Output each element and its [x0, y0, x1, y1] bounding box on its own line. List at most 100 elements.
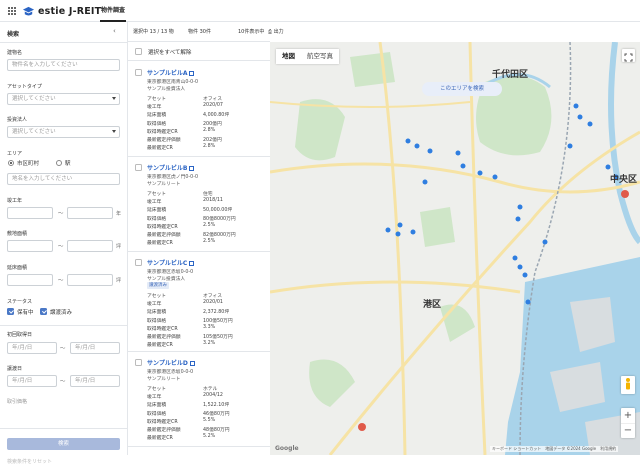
divider [0, 42, 128, 43]
external-link-icon [189, 261, 195, 266]
attribute-key: 延床面積 [147, 113, 167, 119]
property-address: 東京都港区南青山0-0-0 [147, 80, 198, 85]
property-name-link[interactable]: サンプルビルB [147, 163, 195, 172]
zoom-out-button[interactable]: − [621, 423, 635, 438]
google-logo: Google [275, 445, 299, 452]
built-year-max-input[interactable] [67, 207, 113, 219]
search-this-area-button[interactable]: このエリアを検索 [422, 82, 502, 96]
attribute-key: 取得価格 [147, 318, 167, 324]
collapse-chevron-icon[interactable]: ‹ [113, 27, 116, 35]
building-name-label: 建物名 [7, 50, 23, 56]
investment-corp-label: 投資法人 [7, 117, 28, 123]
radio-station-label: 駅 [65, 161, 71, 167]
brand-name: estie J-REIT [38, 5, 102, 17]
attribute-key: 取得時鑑定CR [147, 224, 178, 230]
property-name: サンプルビルD [147, 360, 188, 367]
pegman-icon [626, 378, 630, 390]
results-panel: 選択中 13 / 13 物 物件 30件 選択をすべて解除 サンプルビルA 東京都… [128, 22, 270, 455]
top-bar: estie J-REIT 物件調査 [0, 0, 640, 22]
range-tilde: 〜 [58, 211, 64, 217]
site-area-min-input[interactable] [7, 240, 53, 252]
floor-area-min-input[interactable] [7, 274, 53, 286]
property-owner: サンプル投資法人 [147, 277, 186, 282]
attribute-value: 2.5% [203, 222, 216, 228]
first-acq-label: 初回取得日 [7, 332, 33, 338]
property-card[interactable]: サンプルビルD 東京都港区赤坂0-0-0 サンプルリート アセット ホテル 竣工年 2004… [128, 352, 270, 447]
attribute-value: 200億円 [203, 121, 222, 127]
property-card[interactable]: サンプルビルB 東京都港区虎ノ門0-0-0 サンプルリート アセット 住宅 竣工年 2018… [128, 157, 270, 252]
property-name-link[interactable]: サンプルビルD [147, 358, 195, 367]
tab-property-research[interactable]: 物件調査 [100, 0, 127, 22]
estie-logo-icon [22, 6, 35, 15]
transfer-to-input[interactable]: 年/月/日 [70, 375, 120, 387]
property-name: サンプルビルC [147, 260, 188, 267]
attribute-value: 2.8% [203, 144, 216, 150]
radio-municipality-label: 市区町村 [17, 161, 40, 167]
select-all-row[interactable]: 選択をすべて解除 [128, 42, 270, 61]
attribute-key: 取得時鑑定CR [147, 419, 178, 425]
first-acq-to-input[interactable]: 年/月/日 [70, 342, 120, 354]
select-all-checkbox[interactable] [135, 48, 142, 55]
attribute-value: 82億8000万円 [203, 233, 236, 238]
built-year-unit: 年 [116, 211, 122, 217]
attribute-key: 延床面積 [147, 403, 167, 409]
property-address: 東京都港区虎ノ門0-0-0 [147, 175, 198, 180]
attribute-value: 1,522.10坪 [203, 403, 230, 409]
area-label: エリア [7, 151, 23, 157]
attribute-value: 100億50万円 [203, 318, 233, 324]
radio-station[interactable] [56, 160, 62, 166]
attribute-key: アセット [147, 97, 167, 102]
attribute-value: 2.8% [203, 127, 216, 133]
export-button[interactable]: ⎙ 出力 [268, 28, 284, 35]
first-acq-from-input[interactable]: 年/月/日 [7, 342, 57, 354]
area-input[interactable]: 地名を入力してください [7, 173, 120, 185]
building-name-input[interactable]: 物件名を入力してください [7, 59, 120, 71]
zoom-in-button[interactable]: + [621, 408, 635, 423]
selected-count: 選択中 13 / 13 物 [133, 29, 174, 35]
status-owned-checkbox[interactable] [7, 308, 14, 315]
property-card[interactable]: サンプルビルC 東京都港区赤坂0-0-0 サンプル投資法人 譲渡済み アセット オフィス竣… [128, 252, 270, 352]
range-tilde: 〜 [60, 379, 66, 385]
status-label: ステータス [7, 299, 33, 305]
attribute-value: 46億80万円 [203, 411, 230, 417]
apps-grid-icon[interactable] [8, 7, 16, 15]
property-name-link[interactable]: サンプルビルC [147, 258, 195, 267]
investment-corp-select[interactable]: 選択してください [7, 126, 120, 138]
map-type-map[interactable]: 地図 [276, 49, 301, 64]
asset-type-select[interactable]: 選択してください [7, 93, 120, 105]
fullscreen-button[interactable] [622, 49, 635, 62]
property-name-link[interactable]: サンプルビルA [147, 68, 195, 77]
map[interactable]: 地図 航空写真 このエリアを検索 千代田区 中央区 港区 + − Google … [270, 42, 640, 455]
property-checkbox[interactable] [135, 69, 142, 76]
asset-type-placeholder: 選択してください [12, 96, 56, 102]
street-view-button[interactable] [621, 376, 635, 394]
brand-logo[interactable]: estie J-REIT [22, 4, 101, 18]
attribute-key: 竣工年 [147, 395, 162, 401]
reset-link[interactable]: 検索条件をリセット [7, 458, 52, 465]
property-name: サンプルビルB [147, 165, 188, 172]
property-card[interactable]: サンプルビルA 東京都港区南青山0-0-0 サンプル投資法人 アセット オフィス 竣工年 2… [128, 62, 270, 157]
property-name: サンプルビルA [147, 70, 188, 77]
status-transferred-checkbox[interactable] [40, 308, 47, 315]
site-area-max-input[interactable] [67, 240, 113, 252]
property-checkbox[interactable] [135, 164, 142, 171]
map-count: 10件表示中 [238, 29, 265, 35]
radio-municipality[interactable] [8, 160, 14, 166]
floor-area-max-input[interactable] [67, 274, 113, 286]
built-year-min-input[interactable] [7, 207, 53, 219]
attribute-key: 竣工年 [147, 200, 162, 206]
map-type-aerial[interactable]: 航空写真 [301, 49, 339, 64]
built-year-label: 竣工年 [7, 198, 23, 204]
property-owner: サンプル投資法人 [147, 87, 186, 92]
label-chiyoda: 千代田区 [492, 70, 529, 80]
range-tilde: 〜 [58, 244, 64, 250]
asset-type-label: アセットタイプ [7, 84, 42, 90]
attribute-value: 3.2% [203, 341, 216, 347]
search-button[interactable]: 検索 [7, 438, 120, 450]
attribute-key: 最新鑑定CR [147, 241, 173, 247]
transfer-from-input[interactable]: 年/月/日 [7, 375, 57, 387]
property-checkbox[interactable] [135, 359, 142, 366]
attribute-key: 延床面積 [147, 310, 167, 316]
property-checkbox[interactable] [135, 259, 142, 266]
chevron-down-icon [112, 130, 116, 133]
